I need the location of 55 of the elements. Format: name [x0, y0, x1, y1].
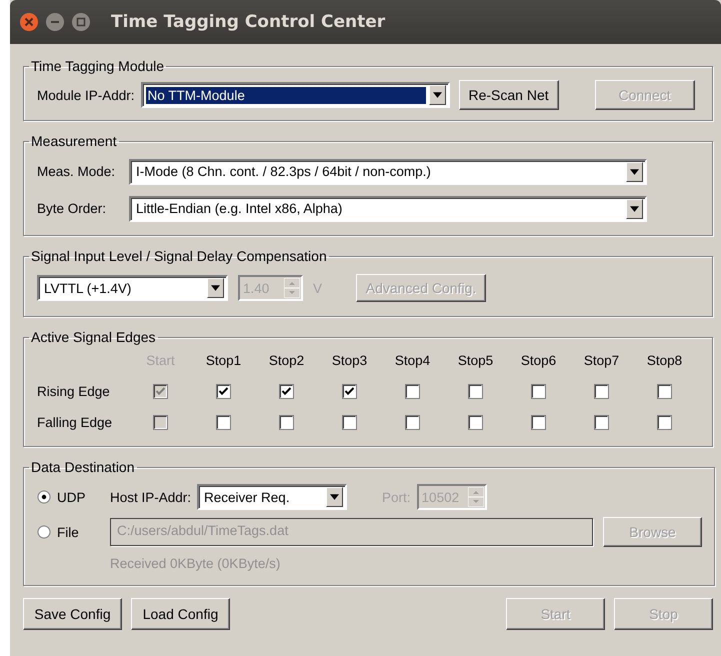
caret-icon [630, 206, 639, 212]
checkbox[interactable] [216, 384, 231, 399]
column-label: Stop4 [394, 353, 432, 368]
checkbox[interactable] [342, 384, 357, 399]
checkbox[interactable] [594, 415, 609, 430]
column-label: Stop2 [268, 353, 306, 368]
caret-icon [432, 92, 442, 98]
column-label: Stop3 [330, 353, 368, 368]
field-label: Module IP-Addr: [37, 88, 135, 102]
caret-icon [630, 168, 639, 174]
radio-button[interactable]: UDP [37, 490, 110, 504]
checkbox[interactable] [468, 415, 483, 430]
field-label: Meas. Mode: [37, 164, 116, 179]
field-label: Host IP-Addr: [110, 490, 192, 504]
checkbox[interactable] [405, 384, 420, 399]
checkbox[interactable] [531, 415, 546, 430]
column-label: Stop7 [582, 353, 620, 368]
dropdown[interactable]: Little-Endian (e.g. Intel x86, Alpha) [129, 196, 647, 222]
push-button[interactable]: Re-Scan Net [458, 80, 559, 110]
checkbox[interactable] [657, 384, 672, 399]
field-label: Byte Order: [37, 201, 108, 216]
push-button[interactable]: Load Config [131, 598, 230, 630]
ip-address-dropdown[interactable]: No TTM-Module [140, 82, 450, 108]
column-label: Stop6 [520, 353, 558, 368]
checkbox[interactable] [405, 415, 420, 430]
dropdown[interactable]: I-Mode (8 Chn. cont. / 82.3ps / 64bit / non-comp.) [129, 158, 647, 184]
checkbox[interactable] [594, 384, 609, 399]
group-title: Signal Input Level / Signal Delay Compensation [30, 248, 328, 264]
group-title: Active Signal Edges [30, 329, 157, 345]
maximize-icon[interactable] [71, 12, 91, 32]
host-dropdown[interactable]: Receiver Req. [197, 484, 348, 510]
checkbox[interactable] [279, 415, 294, 430]
status-text: Received 0KByte (0KByte/s) [110, 556, 280, 570]
minimize-icon[interactable] [45, 12, 65, 32]
checkbox[interactable] [531, 384, 546, 399]
checkbox[interactable] [657, 415, 672, 430]
column-label: Stop1 [204, 353, 242, 368]
row-label: Rising Edge [37, 384, 111, 399]
radio-button[interactable]: File [37, 524, 110, 540]
caret-icon [211, 285, 220, 291]
group-title: Time Tagging Module [30, 58, 166, 74]
column-label: Stop8 [646, 353, 684, 368]
group-title: Data Destination [30, 459, 136, 475]
column-label: Stop5 [456, 353, 494, 368]
level-dropdown[interactable]: LVTTL (+1.4V) [37, 275, 228, 301]
group-title: Measurement [30, 133, 118, 149]
row-label: Falling Edge [37, 415, 114, 430]
checkbox[interactable] [342, 415, 357, 430]
close-icon[interactable] [19, 12, 39, 32]
caret-icon [330, 494, 340, 500]
checkbox[interactable] [468, 384, 483, 399]
push-button[interactable]: Save Config [23, 598, 122, 630]
checkbox[interactable] [216, 415, 231, 430]
checkbox[interactable] [279, 384, 294, 399]
window-title: Time Tagging Control Center [111, 12, 386, 32]
